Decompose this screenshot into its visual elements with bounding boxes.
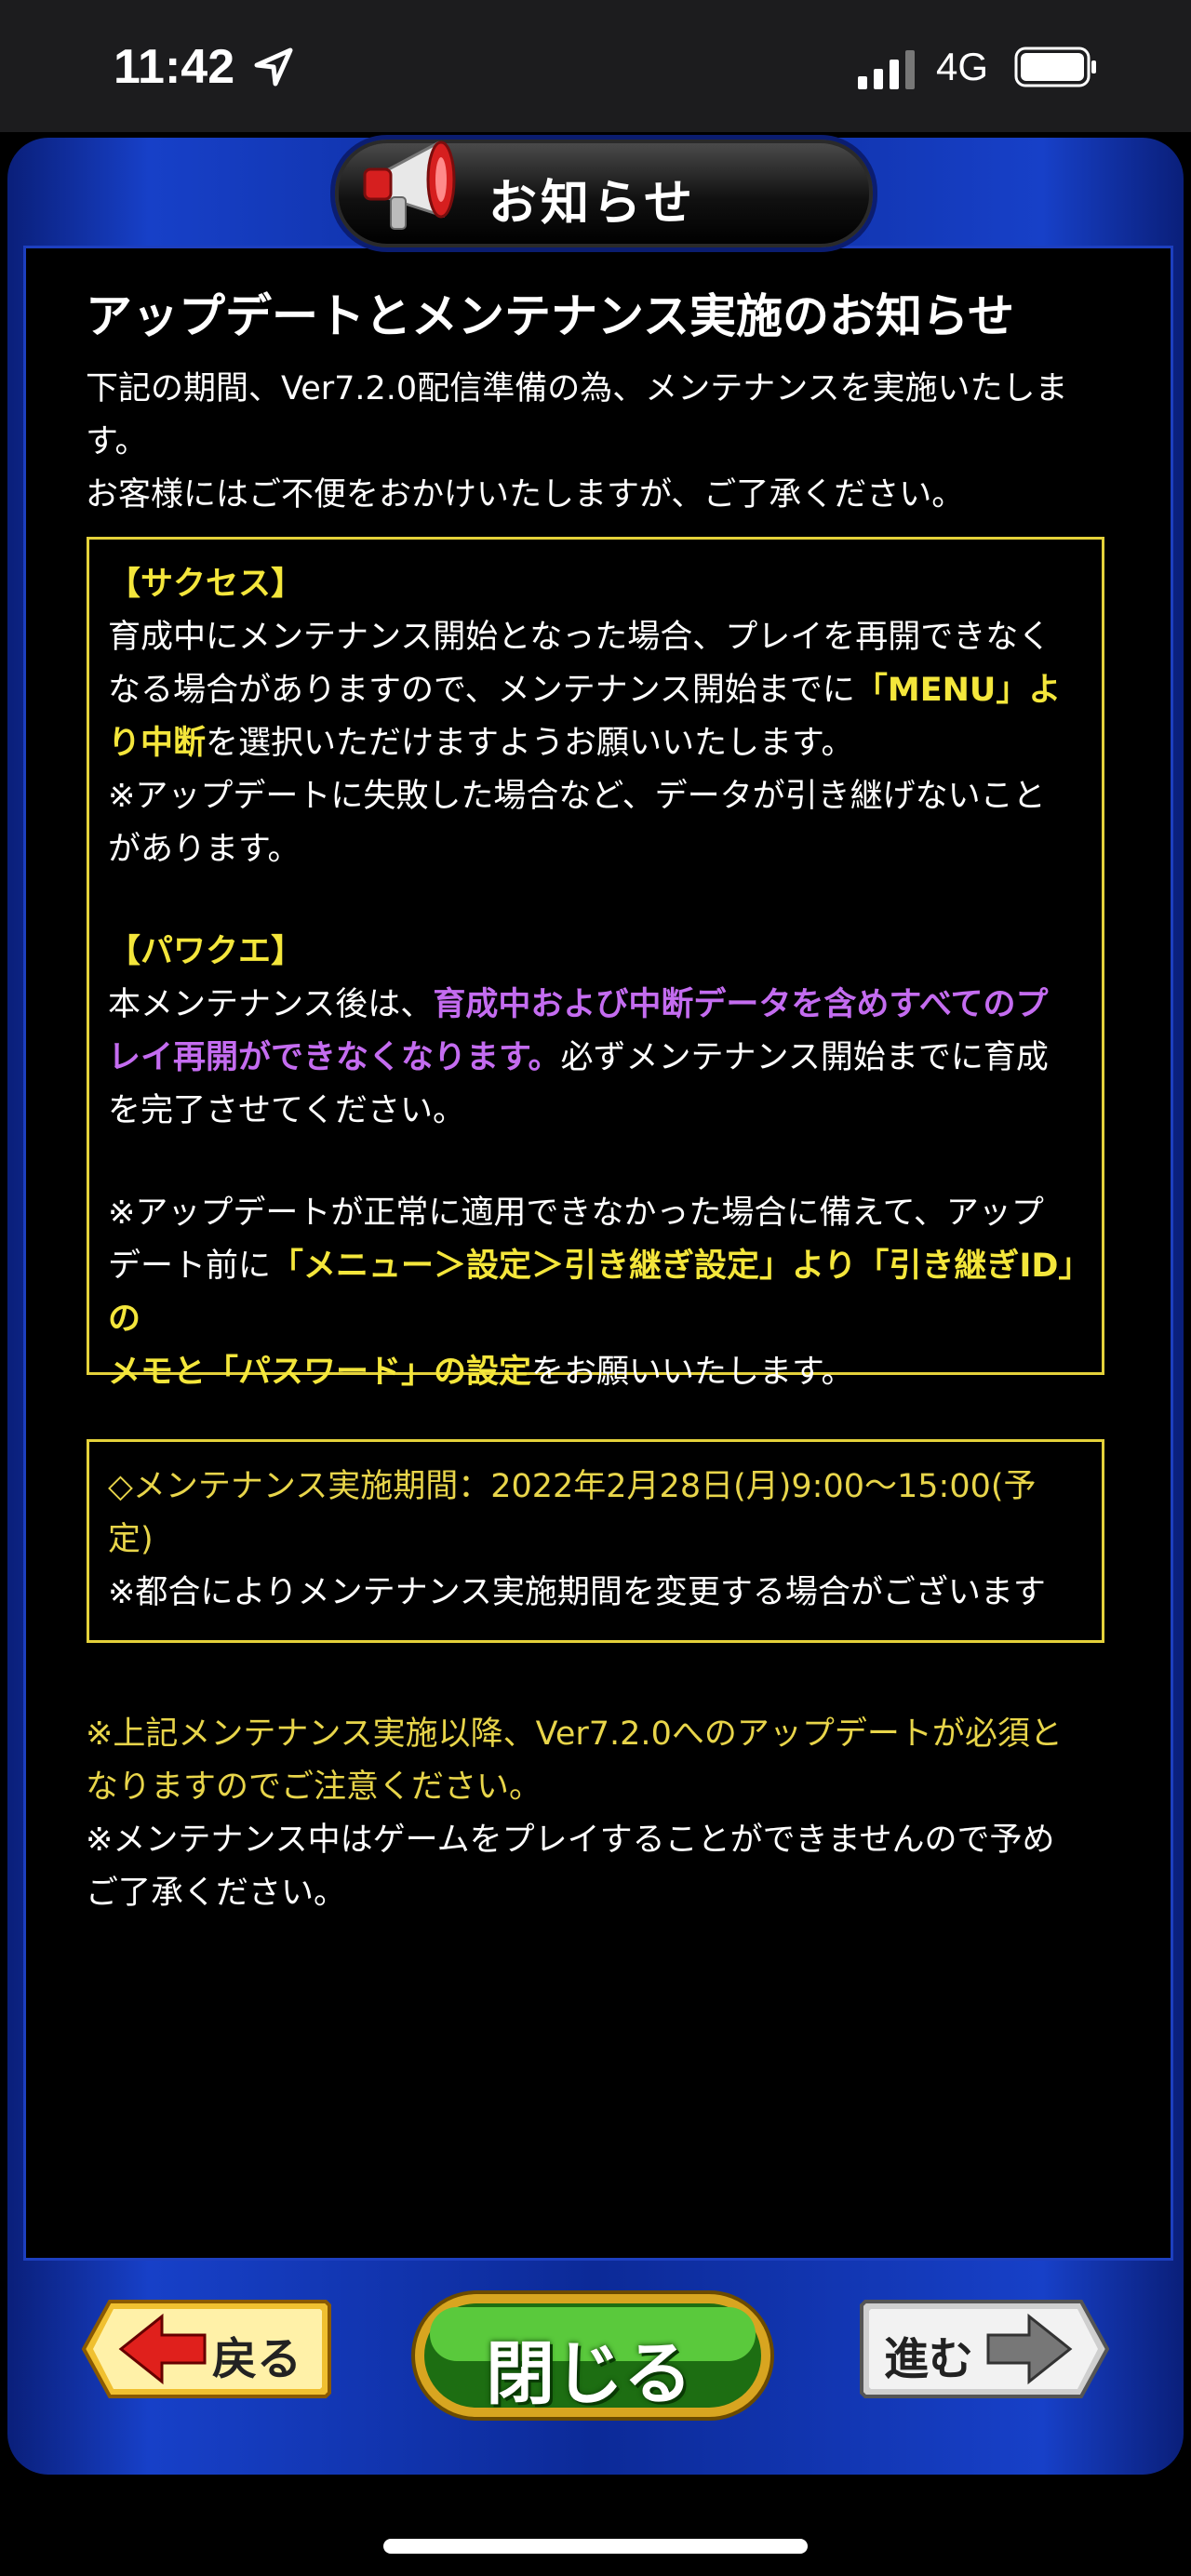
box-line: を完了させてください。: [108, 1092, 465, 1129]
footer-line: ※メンテナンス中はゲームをプレイすることができませんので予め: [86, 1822, 1055, 1859]
box-line: 育成中にメンテナンス開始となった場合、プレイを再開できなく: [108, 619, 1051, 656]
box-line: 本メンテナンス後は、育成中および中断データを含めすべてのプ: [108, 986, 1049, 1023]
box-line: ※アップデートに失敗した場合など、データが引き継げないこと: [108, 778, 1046, 815]
highlight-settings-path: メモと「パスワード」の設定: [108, 1354, 532, 1391]
pawakue-heading: 【パワクエ】: [108, 933, 304, 970]
back-button-label: 戻る: [212, 2333, 302, 2385]
period-line: 定): [108, 1521, 154, 1558]
notice-title: アップデートとメンテナンス実施のお知らせ: [86, 289, 1014, 343]
box-line: レイ再開ができなくなります。必ずメンテナンス開始までに育成: [108, 1039, 1049, 1076]
close-button[interactable]: 閉じる: [411, 2290, 774, 2421]
highlight-warning: レイ再開ができなくなります。: [108, 1039, 561, 1076]
box-line: り中断を選択いただけますようお願いいたします。: [108, 725, 854, 762]
intro-line: す。: [86, 423, 148, 460]
battery-icon: [1014, 47, 1096, 87]
header-title: お知らせ: [488, 176, 696, 232]
intro-line: 下記の期間、Ver7.2.0配信準備の為、メンテナンスを実施いたしま: [86, 370, 1068, 407]
close-button-label: 閉じる: [486, 2334, 692, 2414]
next-button[interactable]: 進む: [858, 2298, 1109, 2400]
highlight-warning: 育成中および中断データを含めすべてのプ: [433, 986, 1049, 1023]
status-time: 11:42: [114, 40, 235, 94]
status-bar: 11:42 4G: [0, 0, 1191, 132]
back-button[interactable]: 戻る: [82, 2298, 333, 2400]
box-line: メモと「パスワード」の設定をお願いいたします。: [108, 1354, 854, 1391]
intro-line: お客様にはご不便をおかけいたしますが、ご了承ください。: [86, 476, 965, 514]
box-line: なる場合がありますので、メンテナンス開始までに「MENU」よ: [108, 672, 1062, 709]
footer-notes: ※上記メンテナンス実施以降、Ver7.2.0へのアップデートが必須と なりますの…: [86, 1708, 1109, 1920]
highlight-menu: 「MENU」よ: [854, 672, 1062, 709]
highlight-suspend: り中断: [108, 725, 207, 762]
network-type: 4G: [936, 45, 989, 88]
maintenance-period-box: ◇メンテナンス実施期間：2022年2月28日(月)9:00～15:00(予 定)…: [87, 1439, 1104, 1643]
success-heading: 【サクセス】: [108, 566, 304, 603]
period-note: ※都合によりメンテナンス実施期間を変更する場合がございます: [108, 1574, 1046, 1611]
location-arrow-icon: [254, 47, 293, 87]
megaphone-icon: [363, 140, 456, 230]
signal-icon: [858, 50, 915, 89]
footer-line: ご了承ください。: [86, 1875, 347, 1912]
box-line: ※アップデートが正常に適用できなかった場合に備えて、アップ: [108, 1195, 1044, 1232]
notice-intro: 下記の期間、Ver7.2.0配信準備の為、メンテナンスを実施いたしま す。 お客…: [86, 363, 1109, 522]
footer-line: ※上記メンテナンス実施以降、Ver7.2.0へのアップデートが必須と: [86, 1715, 1063, 1753]
home-indicator[interactable]: [383, 2539, 808, 2554]
box-line: デート前に「メニュー＞設定＞引き継ぎ設定」より「引き継ぎID」の: [108, 1248, 1091, 1338]
success-pawakue-box: 【サクセス】 育成中にメンテナンス開始となった場合、プレイを再開できなく なる場…: [87, 537, 1104, 1391]
next-button-label: 進む: [884, 2333, 974, 2385]
period-line: ◇メンテナンス実施期間：2022年2月28日(月)9:00～15:00(予: [108, 1468, 1037, 1505]
footer-line: なりますのでご注意ください。: [86, 1768, 542, 1806]
box-line: があります。: [108, 831, 301, 868]
